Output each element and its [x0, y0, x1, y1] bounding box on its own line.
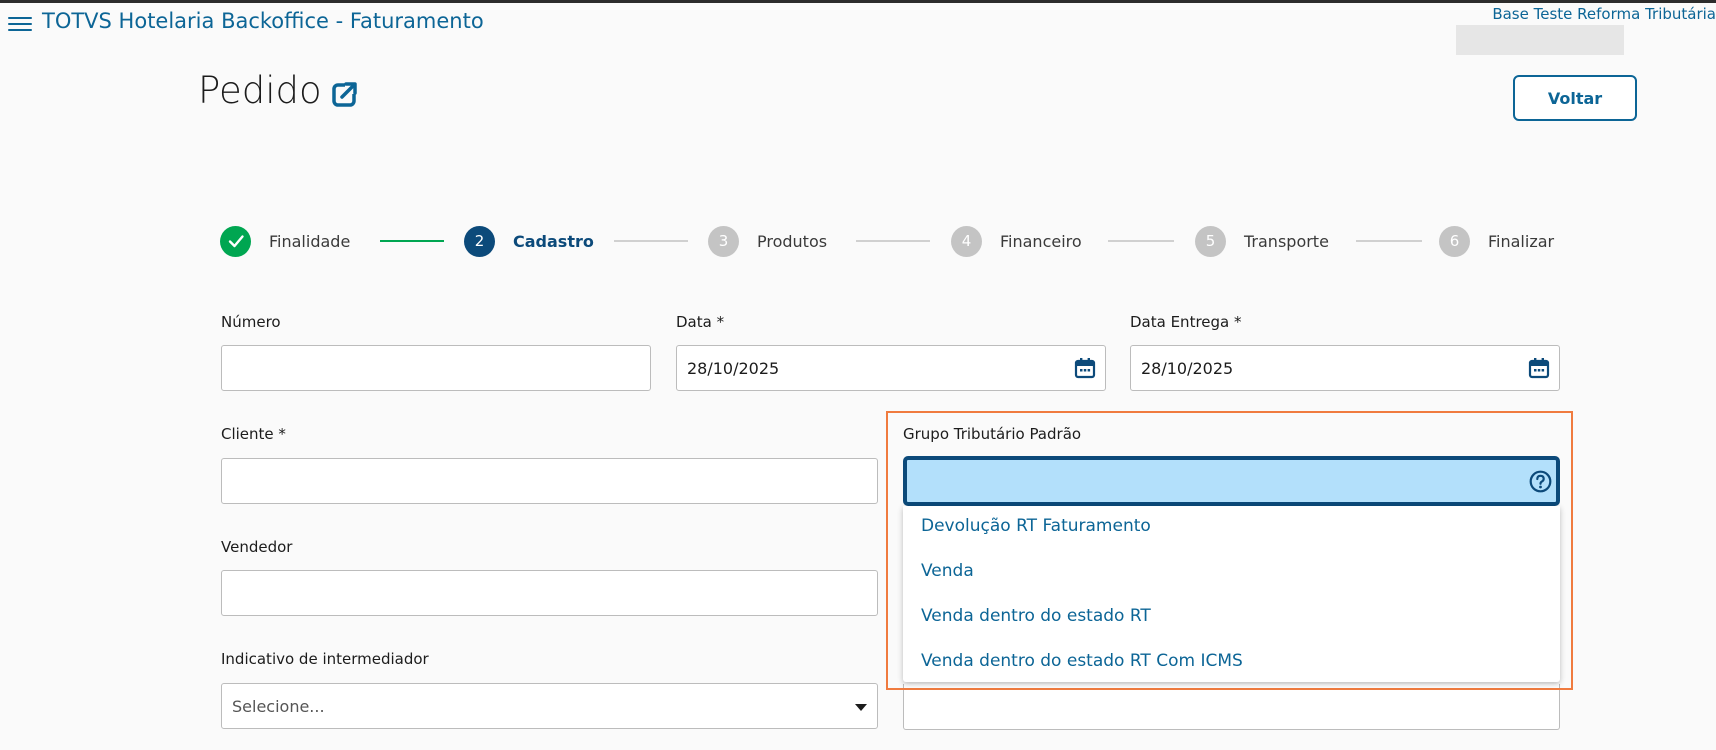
data-entrega-field [1130, 345, 1560, 391]
step-finalidade[interactable]: Finalidade [220, 225, 350, 257]
step-finalizar[interactable]: 6 Finalizar [1439, 225, 1554, 257]
stepper-connector [614, 240, 688, 242]
step-label: Finalidade [269, 231, 351, 251]
environment-label: Base Teste Reforma Tributária [1492, 5, 1716, 23]
step-label: Cadastro [513, 231, 594, 251]
data-label: Data * [676, 313, 725, 331]
help-icon[interactable] [1529, 470, 1552, 493]
data-entrega-input[interactable] [1130, 345, 1560, 391]
back-button[interactable]: Voltar [1513, 75, 1637, 121]
stepper: Finalidade 2 Cadastro 3 Produtos 4 Finan… [0, 225, 1716, 259]
calendar-icon[interactable] [1074, 357, 1096, 379]
step-label: Financeiro [1000, 231, 1082, 251]
step-number: 5 [1195, 225, 1226, 257]
top-bar: TOTVS Hotelaria Backoffice - Faturamento… [0, 3, 1716, 55]
grupo-tributario-dropdown: Devolução RT Faturamento Venda Venda den… [903, 506, 1560, 682]
step-number: 3 [708, 225, 739, 257]
dropdown-option[interactable]: Devolução RT Faturamento [921, 516, 1151, 536]
numero-label: Número [221, 313, 281, 331]
step-label: Finalizar [1488, 231, 1555, 251]
hidden-field-behind-dropdown [903, 684, 1560, 730]
step-produtos[interactable]: 3 Produtos [708, 225, 827, 257]
hamburger-menu-icon[interactable] [8, 13, 32, 33]
external-link-icon[interactable] [332, 81, 358, 107]
step-number: 4 [951, 225, 982, 257]
check-icon [220, 225, 251, 257]
stepper-connector [380, 240, 444, 242]
dropdown-option[interactable]: Venda [921, 561, 974, 581]
calendar-icon[interactable] [1528, 357, 1550, 379]
data-input[interactable] [676, 345, 1106, 391]
chevron-down-icon [855, 704, 867, 711]
page-title: Pedido [198, 69, 322, 112]
stepper-connector [856, 240, 930, 242]
step-cadastro[interactable]: 2 Cadastro [464, 225, 594, 257]
step-label: Produtos [757, 231, 828, 251]
numero-input[interactable] [221, 345, 651, 391]
step-number: 2 [464, 225, 495, 257]
intermediador-placeholder: Selecione... [232, 696, 325, 716]
user-info-placeholder [1456, 25, 1624, 55]
vendedor-label: Vendedor [221, 538, 293, 556]
step-financeiro[interactable]: 4 Financeiro [951, 225, 1082, 257]
data-entrega-label: Data Entrega * [1130, 313, 1242, 331]
app-title: TOTVS Hotelaria Backoffice - Faturamento [42, 9, 484, 33]
grupo-tributario-input[interactable] [903, 456, 1560, 506]
intermediador-label: Indicativo de intermediador [221, 650, 429, 668]
stepper-connector [1356, 240, 1422, 242]
vendedor-input[interactable] [221, 570, 878, 616]
stepper-connector [1108, 240, 1174, 242]
step-number: 6 [1439, 225, 1470, 257]
intermediador-select[interactable]: Selecione... [221, 683, 878, 729]
data-field [676, 345, 1106, 391]
cliente-input[interactable] [221, 458, 878, 504]
cliente-label: Cliente * [221, 425, 286, 443]
dropdown-option[interactable]: Venda dentro do estado RT [921, 606, 1151, 626]
grupo-tributario-label: Grupo Tributário Padrão [903, 425, 1082, 443]
step-label: Transporte [1244, 231, 1329, 251]
dropdown-option[interactable]: Venda dentro do estado RT Com ICMS [921, 651, 1243, 671]
step-transporte[interactable]: 5 Transporte [1195, 225, 1329, 257]
